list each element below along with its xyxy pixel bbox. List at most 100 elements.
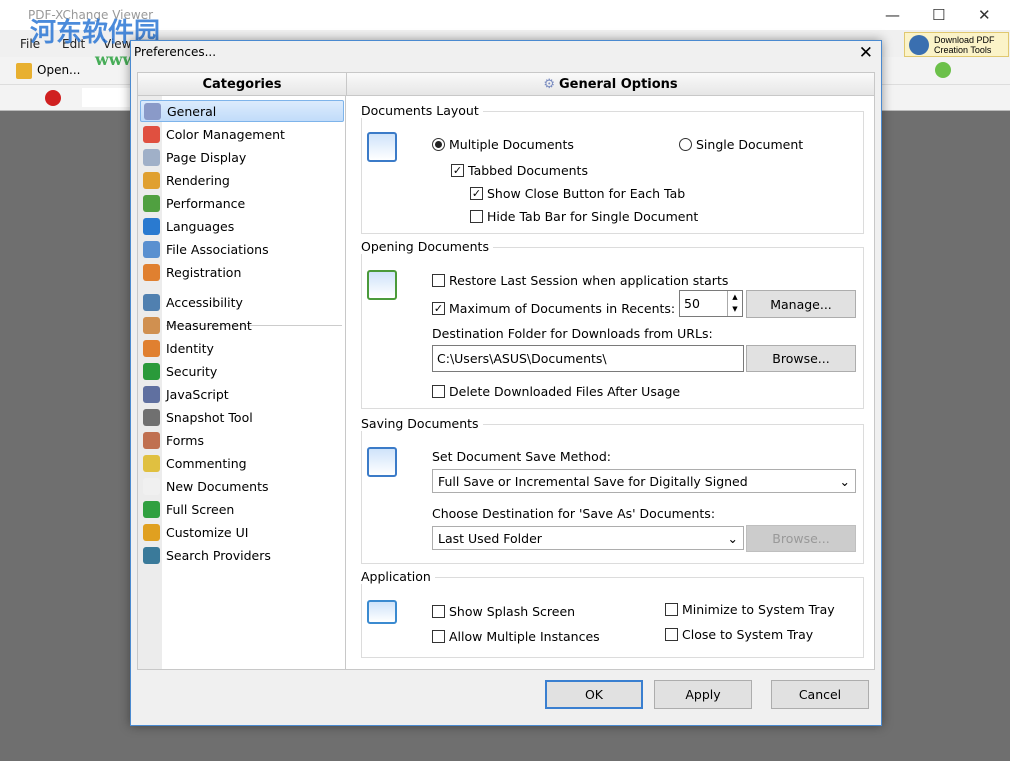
categories-list: General Color Management Page Display Rende… — [137, 96, 346, 670]
tabbed-documents-checkbox[interactable]: ✓ Tabbed Documents — [451, 163, 588, 178]
category-commenting[interactable]: Commenting — [140, 452, 344, 474]
show-close-button-checkbox[interactable]: ✓ Show Close Button for Each Tab — [470, 186, 685, 201]
category-label: Security — [166, 363, 218, 379]
application-icon — [367, 600, 397, 624]
general-options-panel: Documents Layout Multiple Documents Sing… — [346, 96, 875, 670]
category-label: Snapshot Tool — [166, 409, 253, 425]
rendering-icon — [143, 171, 160, 189]
close-window-button[interactable]: ✕ — [978, 6, 991, 24]
category-full-screen[interactable]: Full Screen — [140, 498, 344, 520]
performance-icon — [143, 194, 160, 212]
download-label-2: Creation Tools — [934, 45, 992, 55]
categories-header-label: Categories — [202, 76, 282, 92]
category-identity[interactable]: Identity — [140, 337, 344, 359]
close-to-tray-checkbox[interactable]: Close to System Tray — [665, 627, 813, 642]
zoom-in-icon[interactable] — [935, 62, 951, 78]
manage-button[interactable]: Manage... — [746, 290, 856, 318]
dialog-close-button[interactable]: ✕ — [859, 43, 873, 63]
gears-icon: ⚙ — [543, 76, 555, 92]
show-splash-checkbox[interactable]: Show Splash Screen — [432, 604, 575, 619]
category-color-management[interactable]: Color Management — [140, 123, 344, 145]
category-general[interactable]: General — [140, 100, 344, 122]
category-customize-ui[interactable]: Customize UI — [140, 521, 344, 543]
identity-icon — [143, 339, 160, 357]
opening-documents-group: Opening Documents Restore Last Session w… — [361, 239, 864, 409]
options-header: ⚙ General Options — [346, 72, 875, 96]
category-label: Performance — [166, 195, 246, 211]
documents-layout-group: Documents Layout Multiple Documents Sing… — [361, 103, 864, 234]
snapshot-tool-icon — [143, 408, 160, 426]
minimize-button[interactable]: — — [885, 6, 900, 24]
download-label: Download PDF — [934, 35, 995, 45]
category-accessibility[interactable]: Accessibility — [140, 291, 344, 313]
category-forms[interactable]: Forms — [140, 429, 344, 451]
ask-search-icon[interactable] — [45, 90, 61, 106]
category-new-documents[interactable]: New Documents — [140, 475, 344, 497]
category-rendering[interactable]: Rendering — [140, 169, 344, 191]
maximize-button[interactable]: ☐ — [932, 6, 945, 24]
browse-save-as-button[interactable]: Browse... — [746, 525, 856, 552]
minimize-to-tray-checkbox[interactable]: Minimize to System Tray — [665, 602, 835, 617]
category-search-providers[interactable]: Search Providers — [140, 544, 344, 566]
saving-documents-icon — [367, 447, 397, 477]
save-as-destination-label: Choose Destination for 'Save As' Documen… — [432, 506, 716, 521]
category-label: Forms — [166, 432, 205, 448]
category-label: Full Screen — [166, 501, 235, 517]
category-registration[interactable]: Registration — [140, 261, 344, 283]
hide-tab-bar-checkbox[interactable]: Hide Tab Bar for Single Document — [470, 209, 698, 224]
browse-downloads-button[interactable]: Browse... — [746, 345, 856, 372]
open-folder-icon — [16, 63, 32, 79]
cancel-button[interactable]: Cancel — [771, 680, 869, 709]
measurement-icon — [143, 316, 160, 334]
page-display-icon — [143, 148, 160, 166]
single-document-radio[interactable]: Single Document — [679, 137, 803, 152]
destination-folder-label: Destination Folder for Downloads from UR… — [432, 326, 713, 341]
category-label: Commenting — [166, 455, 247, 471]
commenting-icon — [143, 454, 160, 472]
category-measurement[interactable]: Measurement — [140, 314, 344, 336]
registration-icon — [143, 263, 160, 281]
category-label: Languages — [166, 218, 235, 234]
category-label: Customize UI — [166, 524, 249, 540]
javascript-icon — [143, 385, 160, 403]
category-performance[interactable]: Performance — [140, 192, 344, 214]
category-label: JavaScript — [166, 386, 229, 402]
forms-icon — [143, 431, 160, 449]
category-label: Search Providers — [166, 547, 271, 563]
apply-button[interactable]: Apply — [654, 680, 752, 709]
group-label: Saving Documents — [361, 416, 483, 431]
category-label: Page Display — [166, 149, 247, 165]
multiple-documents-radio[interactable]: Multiple Documents — [432, 137, 574, 152]
delete-downloaded-checkbox[interactable]: Delete Downloaded Files After Usage — [432, 384, 680, 399]
search-providers-icon — [143, 546, 160, 564]
category-javascript[interactable]: JavaScript — [140, 383, 344, 405]
category-snapshot-tool[interactable]: Snapshot Tool — [140, 406, 344, 428]
download-icon — [909, 35, 929, 55]
new-documents-icon — [143, 477, 160, 495]
allow-multiple-instances-checkbox[interactable]: Allow Multiple Instances — [432, 629, 600, 644]
open-button[interactable]: Open... — [37, 63, 81, 77]
group-label: Opening Documents — [361, 239, 493, 254]
group-label: Documents Layout — [361, 103, 483, 118]
download-pdf-tools-button[interactable]: Download PDF Creation Tools — [904, 32, 1009, 57]
preferences-dialog: Preferences... ✕ Categories ⚙ General Opt… — [130, 40, 882, 726]
documents-layout-icon — [367, 132, 397, 162]
restore-session-checkbox[interactable]: Restore Last Session when application st… — [432, 273, 728, 288]
ok-button[interactable]: OK — [545, 680, 643, 709]
max-recents-checkbox[interactable]: ✓ Maximum of Documents in Recents: — [432, 301, 675, 316]
saving-documents-group: Saving Documents Set Document Save Metho… — [361, 416, 864, 564]
category-label: General — [167, 103, 217, 119]
category-page-display[interactable]: Page Display — [140, 146, 344, 168]
category-languages[interactable]: Languages — [140, 215, 344, 237]
group-label: Application — [361, 569, 435, 584]
save-as-destination-select[interactable]: Last Used Folder ⌄ — [432, 526, 744, 550]
dialog-title: Preferences... — [134, 45, 217, 59]
destination-folder-input[interactable]: C:\Users\ASUS\Documents\ — [432, 345, 744, 372]
category-file-associations[interactable]: File Associations — [140, 238, 344, 260]
max-recents-spinner[interactable]: 50 ▲ ▼ — [679, 290, 743, 317]
category-security[interactable]: Security — [140, 360, 344, 382]
categories-header: Categories — [137, 72, 347, 96]
customize-ui-icon — [143, 523, 160, 541]
save-method-select[interactable]: Full Save or Incremental Save for Digita… — [432, 469, 856, 493]
general-icon — [144, 102, 161, 120]
